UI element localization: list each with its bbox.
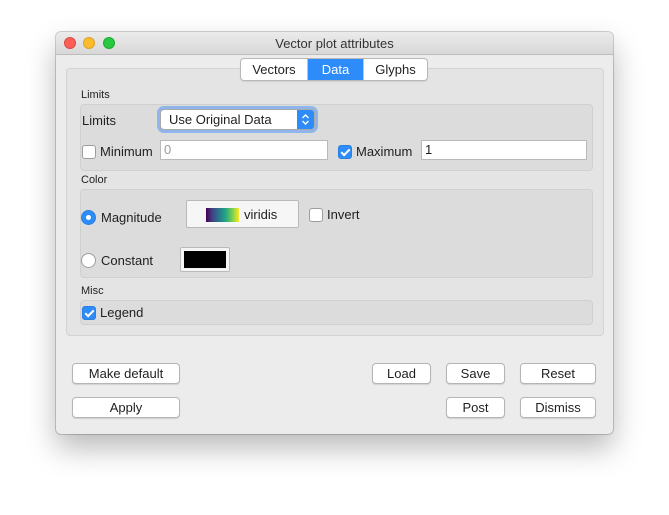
tab-data[interactable]: Data — [307, 59, 363, 80]
maximum-label: Maximum — [356, 144, 413, 159]
minimum-checkbox[interactable] — [82, 145, 96, 159]
window-title: Vector plot attributes — [275, 36, 394, 51]
tab-vectors[interactable]: Vectors — [241, 59, 307, 80]
constant-radio[interactable] — [81, 253, 96, 268]
legend-label: Legend — [100, 305, 144, 320]
tab-glyphs[interactable]: Glyphs — [363, 59, 427, 80]
colormap-button[interactable]: viridis — [186, 200, 299, 228]
tab-bar: Vectors Data Glyphs — [240, 58, 428, 81]
minimum-field[interactable]: 0 — [160, 140, 328, 160]
legend-checkbox[interactable] — [82, 306, 96, 320]
limits-mode-label: Limits — [82, 113, 116, 128]
colormap-swatch — [206, 208, 239, 222]
invert-checkbox[interactable] — [309, 208, 323, 222]
colormap-name: viridis — [244, 207, 278, 222]
limits-group — [80, 104, 593, 171]
save-button[interactable]: Save — [446, 363, 505, 384]
limits-mode-select[interactable]: Use Original Data — [160, 109, 315, 130]
reset-button[interactable]: Reset — [520, 363, 596, 384]
constant-label: Constant — [101, 253, 154, 268]
color-group — [80, 189, 593, 278]
minimum-label: Minimum — [100, 144, 153, 159]
color-section-title: Color — [81, 174, 108, 186]
dialog-window: Vector plot attributes Vectors Data Glyp… — [56, 32, 613, 434]
limits-mode-value: Use Original Data — [169, 112, 272, 127]
maximum-checkbox[interactable] — [338, 145, 352, 159]
invert-label: Invert — [327, 207, 360, 222]
dismiss-button[interactable]: Dismiss — [520, 397, 596, 418]
apply-button[interactable]: Apply — [72, 397, 180, 418]
maximum-field[interactable]: 1 — [421, 140, 587, 160]
chevron-updown-icon — [297, 110, 314, 129]
post-button[interactable]: Post — [446, 397, 505, 418]
misc-section-title: Misc — [81, 285, 104, 297]
load-button[interactable]: Load — [372, 363, 431, 384]
constant-color-well[interactable] — [180, 247, 230, 272]
title-bar: Vector plot attributes — [56, 32, 613, 55]
misc-group — [80, 300, 593, 325]
magnitude-label: Magnitude — [101, 210, 162, 225]
magnitude-radio[interactable] — [81, 210, 96, 225]
limits-section-title: Limits — [81, 89, 110, 101]
make-default-button[interactable]: Make default — [72, 363, 180, 384]
constant-color-fill — [184, 251, 226, 268]
